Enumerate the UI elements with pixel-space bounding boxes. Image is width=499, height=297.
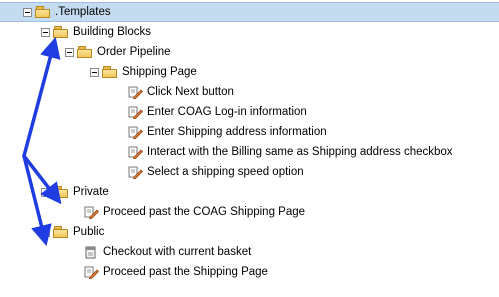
folder-icon	[53, 225, 69, 239]
tree-node-label: .Templates	[55, 6, 111, 18]
tree-node-label: Public	[73, 226, 105, 238]
folder-icon	[102, 65, 118, 79]
folder-icon	[35, 5, 51, 19]
folder-icon	[77, 45, 93, 59]
tree-node-templates[interactable]: .Templates	[0, 2, 499, 22]
tree-leaf-step[interactable]: Interact with the Billing same as Shippi…	[128, 142, 453, 162]
templates-tree: .Templates Building Blocks Order Pipelin…	[0, 0, 499, 297]
tree-node-private[interactable]: Private	[41, 182, 109, 202]
folder-icon	[53, 25, 69, 39]
step-pencil-icon	[84, 206, 99, 219]
tree-leaf-label: Interact with the Billing same as Shippi…	[147, 146, 453, 158]
tree-node-public[interactable]: Public	[41, 222, 104, 242]
document-icon	[84, 246, 99, 259]
step-pencil-icon	[128, 146, 143, 159]
step-pencil-icon	[128, 126, 143, 139]
tree-node-order-pipeline[interactable]: Order Pipeline	[65, 42, 171, 62]
tree-leaf-step[interactable]: Click Next button	[128, 82, 234, 102]
collapse-toggle[interactable]	[41, 187, 50, 197]
collapse-toggle[interactable]	[23, 7, 32, 17]
tree-node-building-blocks[interactable]: Building Blocks	[41, 22, 151, 42]
collapse-toggle[interactable]	[65, 47, 74, 57]
step-pencil-icon	[128, 86, 143, 99]
tree-leaf-step[interactable]: Enter Shipping address information	[128, 122, 327, 142]
tree-leaf-label: Proceed past the COAG Shipping Page	[103, 206, 306, 218]
tree-leaf-label: Click Next button	[147, 86, 234, 98]
tree-node-label: Private	[73, 186, 109, 198]
tree-leaf-label: Select a shipping speed option	[147, 166, 304, 178]
tree-leaf-label: Enter COAG Log-in information	[147, 106, 307, 118]
tree-node-label: Shipping Page	[122, 66, 197, 78]
tree-leaf-step[interactable]: Proceed past the COAG Shipping Page	[84, 202, 305, 222]
step-pencil-icon	[128, 166, 143, 179]
collapse-toggle[interactable]	[41, 27, 50, 37]
tree-leaf-label: Enter Shipping address information	[147, 126, 327, 138]
tree-leaf-step[interactable]: Proceed past the Shipping Page	[84, 262, 268, 282]
step-pencil-icon	[84, 266, 99, 279]
collapse-toggle[interactable]	[90, 67, 99, 77]
tree-leaf-document[interactable]: Checkout with current basket	[84, 242, 251, 262]
tree-leaf-step[interactable]: Select a shipping speed option	[128, 162, 304, 182]
tree-leaf-label: Checkout with current basket	[103, 246, 252, 258]
tree-node-shipping-page[interactable]: Shipping Page	[90, 62, 197, 82]
folder-icon	[53, 185, 69, 199]
tree-leaf-label: Proceed past the Shipping Page	[103, 266, 268, 278]
tree-leaf-step[interactable]: Enter COAG Log-in information	[128, 102, 307, 122]
collapse-toggle[interactable]	[41, 227, 50, 237]
tree-node-label: Order Pipeline	[97, 46, 171, 58]
tree-node-label: Building Blocks	[73, 26, 151, 38]
step-pencil-icon	[128, 106, 143, 119]
